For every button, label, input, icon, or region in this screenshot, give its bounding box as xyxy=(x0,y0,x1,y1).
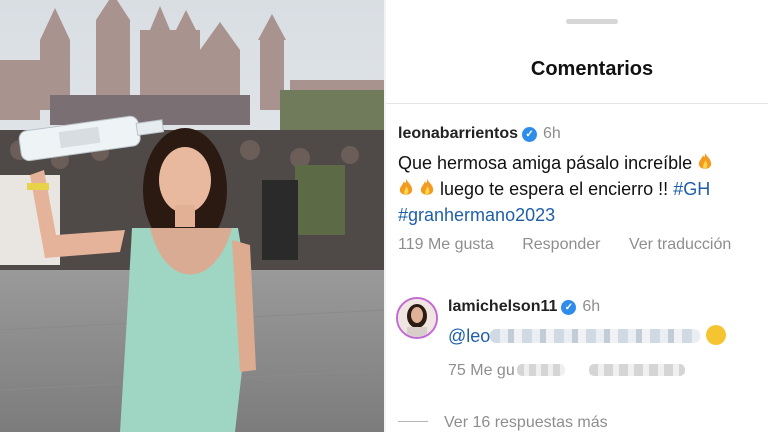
comment-1-header: leonabarrientos ✓ 6h xyxy=(398,125,561,143)
title-divider xyxy=(386,103,768,104)
view-more-replies-button[interactable]: Ver 16 respuestas más xyxy=(398,414,608,432)
comment-2-mention[interactable]: @leo xyxy=(448,326,490,346)
festival-photo-illustration xyxy=(0,0,384,432)
comment-2-time: 6h xyxy=(582,298,601,315)
comments-panel: Comentarios leonabarrientos ✓ 6h Que hermo… xyxy=(386,0,768,432)
blurred-text xyxy=(588,364,685,376)
verified-badge-icon: ✓ xyxy=(561,300,577,315)
screenshot-composite: Comentarios leonabarrientos ✓ 6h Que hermo… xyxy=(0,0,768,432)
fire-icon xyxy=(419,178,435,198)
comment-2-text: @leo xyxy=(448,325,727,347)
comment-1-actions: 119 Me gusta Responder Ver traducción xyxy=(398,236,755,254)
fire-icon xyxy=(398,178,414,198)
sheet-drag-handle[interactable] xyxy=(566,19,618,24)
see-translation-button[interactable]: Ver traducción xyxy=(629,236,731,253)
comment-1-text: Que hermosa amiga pásalo increíble luego… xyxy=(398,150,768,228)
view-replies-label: Ver 16 respuestas más xyxy=(444,414,608,431)
blurred-text xyxy=(516,364,565,376)
replies-line xyxy=(398,421,428,422)
blurred-text xyxy=(490,329,701,343)
hashtag-link-gh[interactable]: #GH xyxy=(673,179,710,199)
comment-2-likes[interactable]: 75 Me gu xyxy=(448,362,515,379)
smiling-face-icon xyxy=(706,325,727,345)
avatar[interactable] xyxy=(396,297,438,339)
comment-2-actions: 75 Me gu xyxy=(448,362,685,380)
comment-2-header: lamichelson11 ✓ 6h xyxy=(448,298,600,316)
fire-icon xyxy=(697,152,713,172)
comment-1-line2: luego te espera el encierro !! xyxy=(440,179,669,199)
panel-title: Comentarios xyxy=(530,58,654,80)
comment-2-username[interactable]: lamichelson11 xyxy=(448,298,557,315)
hashtag-link-granhermano2023[interactable]: #granhermano2023 xyxy=(398,205,555,225)
comment-1-likes[interactable]: 119 Me gusta xyxy=(398,236,494,253)
comment-1-time: 6h xyxy=(543,125,561,142)
comment-1-username[interactable]: leonabarrientos xyxy=(398,125,518,142)
festival-photo xyxy=(0,0,384,432)
reply-button[interactable]: Responder xyxy=(522,236,600,253)
comment-1-line1: Que hermosa amiga pásalo increíble xyxy=(398,153,693,173)
verified-badge-icon: ✓ xyxy=(522,127,538,142)
avatar-image xyxy=(398,299,436,337)
